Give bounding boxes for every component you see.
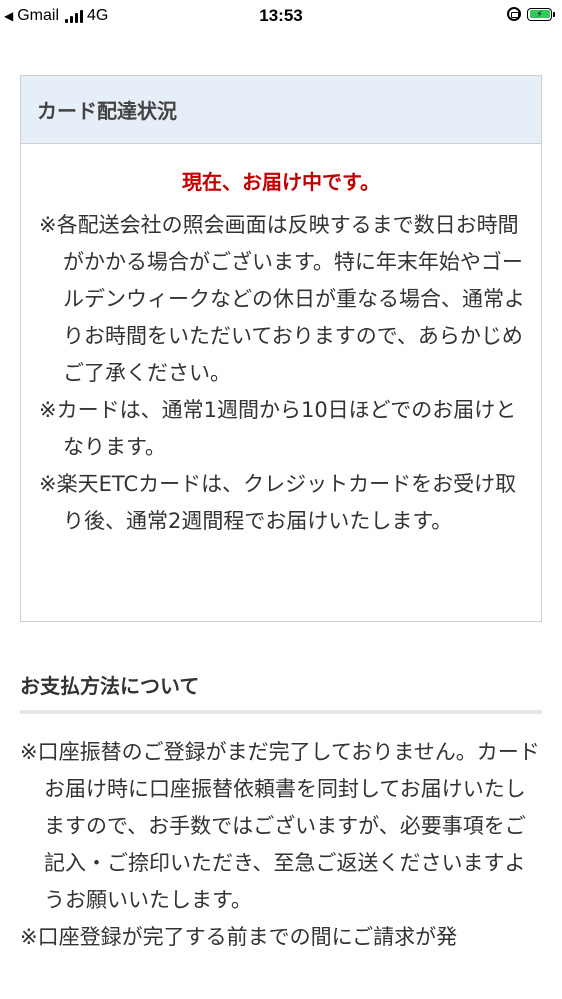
orientation-lock-icon xyxy=(507,7,521,21)
battery-icon: ⚡ xyxy=(527,7,555,21)
list-item: ※各配送会社の照会画面は反映するまで数日お時間がかかる場合がございます。特に年末… xyxy=(39,213,525,385)
delivery-status-text: 現在、お届け中です。 xyxy=(182,170,380,194)
list-item: ※カードは、通常1週間から10日ほどでのお届けとなります。 xyxy=(39,398,517,459)
list-item: ※口座登録が完了する前までの間にご請求が発 xyxy=(20,925,458,949)
card-delivery-header: カード配達状況 xyxy=(21,76,541,144)
payment-section-title: お支払方法について xyxy=(20,674,200,698)
list-item: ※口座振替のご登録がまだ完了しておりません。カードお届け時に口座振替依頼書を同封… xyxy=(20,740,540,912)
section-divider xyxy=(20,710,542,714)
charging-bolt-icon: ⚡ xyxy=(536,8,543,19)
payment-notes: ※口座振替のご登録がまだ完了しておりません。カードお届け時に口座振替依頼書を同封… xyxy=(20,734,542,956)
clock: 13:53 xyxy=(259,6,303,25)
card-delivery-panel: カード配達状況 現在、お届け中です。 ※各配送会社の照会画面は反映するまで数日お… xyxy=(20,75,542,622)
list-item: ※楽天ETCカードは、クレジットカードをお受け取り後、通常2週間程でお届けいたし… xyxy=(39,472,517,533)
status-bar: ◀ Gmail 4G 13:53 ⚡ xyxy=(0,0,562,36)
delivery-notes: ※各配送会社の照会画面は反映するまで数日お時間がかかる場合がございます。特に年末… xyxy=(21,207,541,540)
